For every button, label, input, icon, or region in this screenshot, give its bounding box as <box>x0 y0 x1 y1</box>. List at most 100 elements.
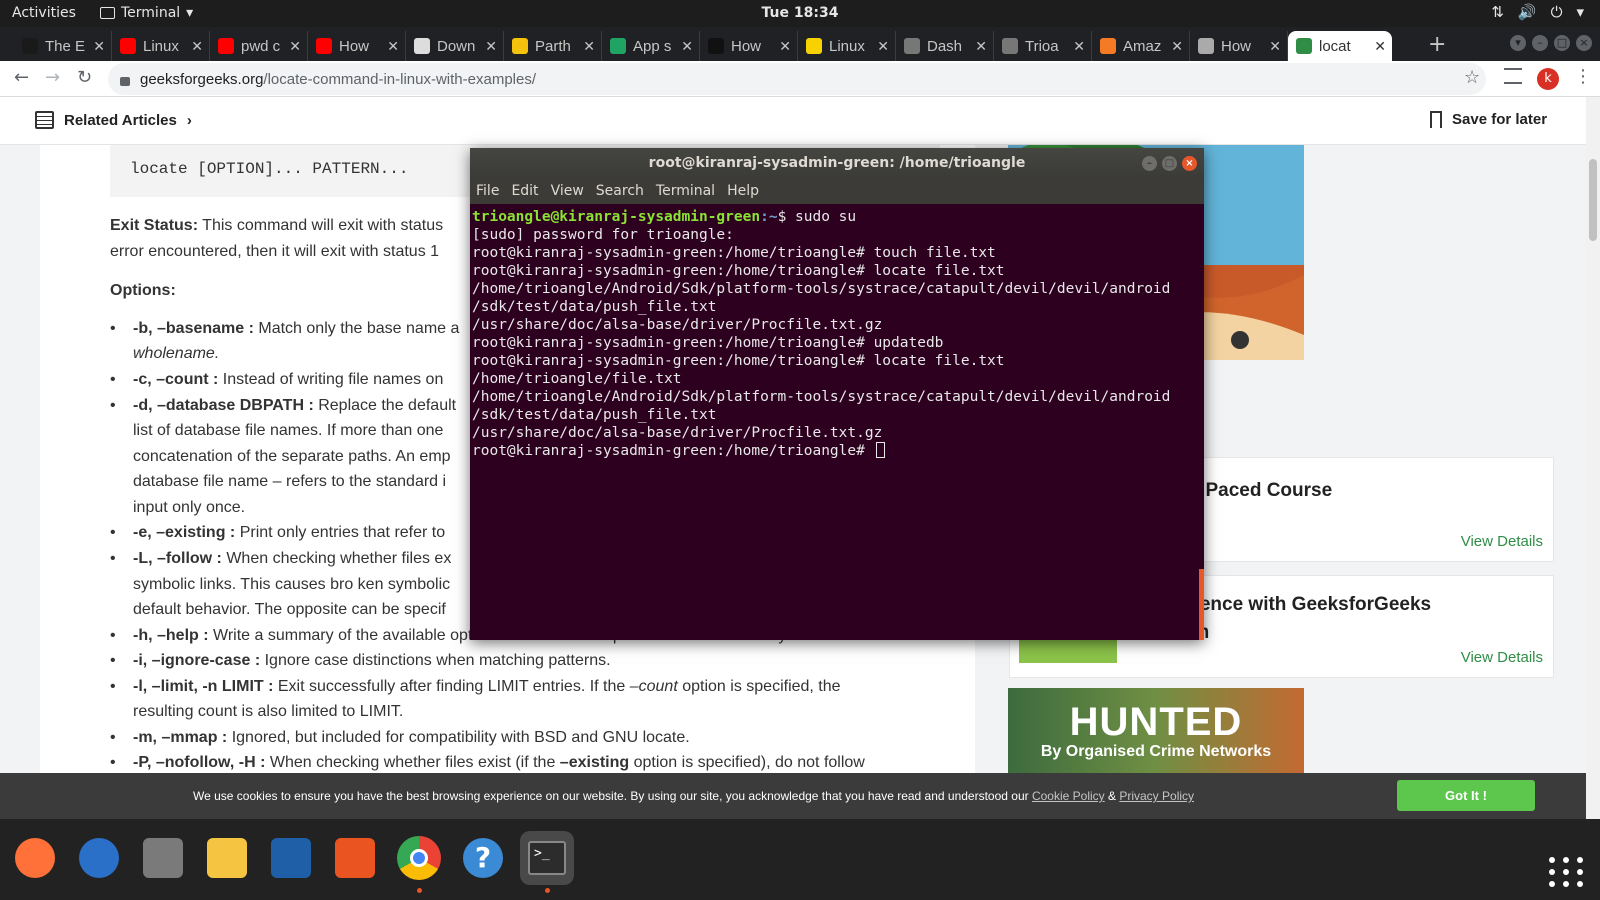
new-tab-button[interactable]: + <box>1428 32 1446 57</box>
tab-close-icon[interactable]: ✕ <box>681 38 693 55</box>
terminal-menu-help[interactable]: Help <box>727 179 759 204</box>
terminal-window[interactable]: root@kiranraj-sysadmin-green: /home/trio… <box>470 148 1204 640</box>
option-text: When checking whether files ex <box>221 550 452 567</box>
tab-close-icon[interactable]: ✕ <box>1269 38 1281 55</box>
tab-title: App s <box>633 37 672 55</box>
ubuntu-software-launcher[interactable] <box>328 831 382 885</box>
files-launcher[interactable] <box>136 831 190 885</box>
clock[interactable]: Tue 18:34 <box>762 5 839 21</box>
close-window-button[interactable]: × <box>1576 35 1592 51</box>
libreoffice-writer-launcher[interactable] <box>264 831 318 885</box>
view-details-link[interactable]: View Details <box>1461 649 1543 666</box>
terminal-scrollbar[interactable] <box>1199 569 1204 640</box>
terminal-titlebar[interactable]: root@kiranraj-sysadmin-green: /home/trio… <box>470 148 1204 179</box>
firefox-launcher[interactable] <box>8 831 62 885</box>
tab-close-icon[interactable]: ✕ <box>485 38 497 55</box>
option-body: -l, –limit, -n LIMIT : Exit successfully… <box>133 674 933 700</box>
browser-tab[interactable]: locat ✕ <box>1288 31 1392 61</box>
terminal-menu-search[interactable]: Search <box>596 179 644 204</box>
terminal-launcher[interactable]: >_ <box>520 831 574 893</box>
terminal-menu-file[interactable]: File <box>476 179 499 204</box>
final-prompt: root@kiranraj-sysadmin-green:/home/trioa… <box>472 443 874 459</box>
got-it-button[interactable]: Got It ! <box>1397 780 1535 811</box>
minimize-icon[interactable]: – <box>1142 156 1157 171</box>
tab-close-icon[interactable]: ✕ <box>975 38 987 55</box>
chrome-launcher[interactable] <box>392 831 446 893</box>
browser-tab[interactable]: pwd c ✕ <box>210 31 308 61</box>
power-icon: ⏻ <box>1550 3 1563 21</box>
tab-close-icon[interactable]: ✕ <box>191 38 203 55</box>
tab-close-icon[interactable]: ✕ <box>93 38 105 55</box>
address-bar[interactable]: geeksforgeeks.org/locate-command-in-linu… <box>108 63 1486 95</box>
back-arrow-icon[interactable]: ← <box>14 67 29 88</box>
page-scrollbar[interactable] <box>1586 97 1600 819</box>
grid-dot <box>1563 881 1569 887</box>
system-tray[interactable]: ⇅ 🔊 ⏻ ▾ <box>1491 3 1584 21</box>
rhythmbox-launcher[interactable] <box>200 831 254 885</box>
browser-tab[interactable]: How ✕ <box>1190 31 1288 61</box>
terminal-line: root@kiranraj-sysadmin-green:/home/trioa… <box>472 263 1005 279</box>
thunderbird-icon <box>79 838 119 878</box>
save-for-later-button[interactable]: Save for later <box>1430 111 1547 128</box>
forward-arrow-icon[interactable]: → <box>45 67 60 88</box>
reload-icon[interactable]: ↻ <box>77 67 92 88</box>
terminal-screen[interactable]: trioangle@kiranraj-sysadmin-green:~$ sud… <box>470 204 1204 640</box>
grid-dot <box>1549 857 1555 863</box>
tab-search-icon[interactable]: ▾ <box>1510 35 1526 51</box>
tab-title: Trioa <box>1025 37 1059 55</box>
browser-tab[interactable]: Down ✕ <box>406 31 504 61</box>
cookie-amp: & <box>1104 789 1120 803</box>
option-text: Exit successfully after finding LIMIT en… <box>273 678 630 695</box>
related-articles-button[interactable]: Related Articles › <box>35 111 192 129</box>
terminal-icon: >_ <box>528 841 566 875</box>
maximize-button[interactable]: □ <box>1554 35 1570 51</box>
tab-close-icon[interactable]: ✕ <box>387 38 399 55</box>
thunderbird-launcher[interactable] <box>72 831 126 885</box>
view-details-link[interactable]: View Details <box>1461 533 1543 550</box>
terminal-menu-terminal[interactable]: Terminal <box>656 179 715 204</box>
exit-status-label: Exit Status: <box>110 217 199 234</box>
close-icon[interactable]: × <box>1182 156 1197 171</box>
browser-tab[interactable]: Linux ✕ <box>798 31 896 61</box>
scrollbar-thumb[interactable] <box>1589 159 1597 241</box>
tab-close-icon[interactable]: ✕ <box>877 38 889 55</box>
bullet: • <box>110 754 116 771</box>
bookmark-star-icon[interactable]: ☆ <box>1464 67 1480 88</box>
browser-tab[interactable]: Trioa ✕ <box>994 31 1092 61</box>
show-applications-icon[interactable] <box>1545 855 1585 889</box>
browser-menu-icon[interactable]: ⋮ <box>1574 66 1592 87</box>
activities-button[interactable]: Activities <box>12 5 76 21</box>
tab-close-icon[interactable]: ✕ <box>1073 38 1085 55</box>
browser-tab[interactable]: How ✕ <box>308 31 406 61</box>
app-menu[interactable]: Terminal ▾ <box>100 5 193 21</box>
tab-close-icon[interactable]: ✕ <box>1374 38 1386 55</box>
option-text: Replace the default <box>313 397 457 414</box>
tab-close-icon[interactable]: ✕ <box>1171 38 1183 55</box>
browser-tab[interactable]: How ✕ <box>700 31 798 61</box>
option-italic-text: –count <box>629 678 678 695</box>
maximize-icon[interactable]: □ <box>1162 156 1177 171</box>
cookie-policy-link[interactable]: Cookie Policy <box>1032 789 1105 803</box>
tab-close-icon[interactable]: ✕ <box>289 38 301 55</box>
browser-tab[interactable]: App s ✕ <box>602 31 700 61</box>
bullet: • <box>110 320 116 337</box>
privacy-policy-link[interactable]: Privacy Policy <box>1119 789 1194 803</box>
browser-tab[interactable]: The E ✕ <box>14 31 112 61</box>
tab-close-icon[interactable]: ✕ <box>779 38 791 55</box>
minimize-button[interactable]: – <box>1532 35 1548 51</box>
option-text-tail: option is specified, the <box>677 678 841 695</box>
browser-tab[interactable]: Linux ✕ <box>112 31 210 61</box>
terminal-menu-view[interactable]: View <box>551 179 584 204</box>
reading-list-icon[interactable] <box>1504 68 1522 84</box>
bullet: • <box>110 678 116 695</box>
option-text: default behavior. The opposite can be sp… <box>133 601 446 618</box>
help-launcher[interactable]: ? <box>456 831 510 885</box>
prompt-user: trioangle@kiranraj-sysadmin-green <box>472 209 761 225</box>
browser-tab[interactable]: Amaz ✕ <box>1092 31 1190 61</box>
terminal-menu-edit[interactable]: Edit <box>511 179 538 204</box>
grid-dot <box>1577 881 1583 887</box>
tab-close-icon[interactable]: ✕ <box>583 38 595 55</box>
profile-avatar[interactable]: k <box>1537 68 1559 90</box>
browser-tab[interactable]: Parth ✕ <box>504 31 602 61</box>
browser-tab[interactable]: Dash ✕ <box>896 31 994 61</box>
